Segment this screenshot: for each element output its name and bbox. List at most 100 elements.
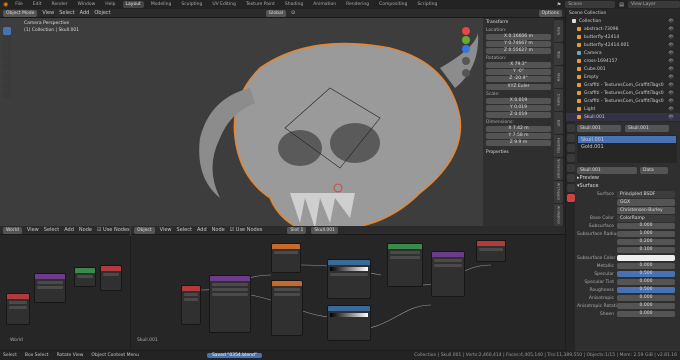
- sidebar-tab-animation[interactable]: Animation: [554, 204, 563, 226]
- outliner-row[interactable]: butterfly-42414 👁: [566, 33, 680, 41]
- tool-props-icon[interactable]: [566, 124, 575, 132]
- shader-type-world-dropdown[interactable]: World: [3, 226, 22, 234]
- outliner-row[interactable]: Light 👁: [566, 105, 680, 113]
- workspace-tab-shading[interactable]: Shading: [282, 1, 306, 8]
- menu-select[interactable]: Select: [59, 10, 74, 16]
- outliner-row[interactable]: Graffiti - TexturesCom_GraffitiTags0 👁: [566, 89, 680, 97]
- view-layer-selector[interactable]: View Layer: [628, 1, 680, 8]
- workspace-tab-rendering[interactable]: Rendering: [343, 1, 372, 8]
- object-props-icon[interactable]: [566, 174, 575, 182]
- use-nodes-checkbox[interactable]: ☑ Use Nodes: [230, 227, 263, 233]
- outliner-row[interactable]: Camera 👁: [566, 49, 680, 57]
- node-material-output[interactable]: [476, 240, 506, 262]
- rotate-tool-icon[interactable]: [3, 54, 11, 62]
- sidebar-tab-item[interactable]: Item: [554, 20, 563, 42]
- menu-select[interactable]: Select: [44, 227, 59, 233]
- sidebar-tab-tool[interactable]: Tool: [554, 43, 563, 65]
- dimension-y-field[interactable]: Y 7.58 m: [486, 133, 551, 139]
- outliner-row[interactable]: abstract-73096 👁: [566, 25, 680, 33]
- modifier-props-icon[interactable]: [566, 184, 575, 192]
- dimension-x-field[interactable]: X 7.42 m: [486, 126, 551, 132]
- outliner-row[interactable]: Graffiti - TexturesCom_GraffitiTags0 👁: [566, 81, 680, 89]
- menu-view[interactable]: View: [42, 10, 54, 16]
- sidebar-tab-screencast[interactable]: Screencast: [554, 158, 563, 180]
- material-selector[interactable]: Skull.001: [311, 226, 339, 234]
- menu-object[interactable]: Object: [94, 10, 110, 16]
- object-selector[interactable]: Skull.001: [577, 124, 621, 132]
- sidebar-tab-archipack[interactable]: Archipack: [554, 181, 563, 203]
- use-nodes-checkbox[interactable]: ☑ Use Nodes: [97, 227, 130, 233]
- gizmo-z-icon[interactable]: [462, 45, 470, 53]
- 3d-viewport[interactable]: Camera Perspective (1) Collection | Skul…: [0, 18, 483, 236]
- blender-logo-icon[interactable]: ◉: [3, 1, 8, 8]
- gizmo-y-icon[interactable]: [462, 36, 470, 44]
- node-background[interactable]: [74, 267, 96, 287]
- location-z-field[interactable]: Z 0.55627 m: [486, 48, 551, 54]
- workspace-tab-scripting[interactable]: Scripting: [414, 1, 440, 8]
- shader-type-object-dropdown[interactable]: Object: [134, 226, 155, 234]
- navigation-gizmo[interactable]: [455, 26, 477, 86]
- node-color-ramp-2[interactable]: [327, 305, 371, 341]
- outliner-row[interactable]: Cube.001 👁: [566, 65, 680, 73]
- surface-panel-header[interactable]: ▾ Surface: [577, 182, 677, 190]
- node-environment[interactable]: [6, 293, 30, 325]
- zoom-icon[interactable]: [462, 57, 470, 65]
- node-texture-coordinate[interactable]: [181, 285, 201, 325]
- scene-selector[interactable]: Scene: [565, 1, 616, 8]
- annotate-tool-icon[interactable]: [3, 81, 11, 89]
- output-props-icon[interactable]: [566, 144, 575, 152]
- material-slot-row[interactable]: Gold.001: [578, 143, 676, 150]
- object-node-editor[interactable]: Skull.001: [131, 235, 565, 350]
- material-slot-row[interactable]: Skull.001: [578, 136, 676, 143]
- material-props-icon[interactable]: [566, 194, 575, 202]
- workspace-tab-animation[interactable]: Animation: [310, 1, 339, 8]
- gizmo-x-icon[interactable]: [462, 27, 470, 35]
- menu-file[interactable]: File: [12, 1, 26, 8]
- workspace-tab-compositing[interactable]: Compositing: [376, 1, 410, 8]
- cursor-tool-icon[interactable]: [3, 36, 11, 44]
- pan-hand-icon[interactable]: [462, 69, 470, 77]
- link-data-dropdown[interactable]: Data: [640, 166, 668, 174]
- scene-collection-row[interactable]: Scene Collection: [566, 9, 680, 17]
- outliner-row[interactable]: butterfly-42414.001 👁: [566, 41, 680, 49]
- node-mix-shader[interactable]: [387, 243, 423, 287]
- outliner-row[interactable]: Collection 👁: [566, 17, 680, 25]
- sidebar-tab-create[interactable]: Create: [554, 89, 563, 111]
- transform-tool-icon[interactable]: [3, 72, 11, 80]
- outliner-row[interactable]: Empty 👁: [566, 73, 680, 81]
- options-dropdown[interactable]: Options: [538, 9, 562, 17]
- menu-select[interactable]: Select: [177, 227, 192, 233]
- outliner-row[interactable]: cross-1694157 👁: [566, 57, 680, 65]
- workspace-tab-layout[interactable]: Layout: [122, 1, 144, 8]
- sidebar-tab-hardops[interactable]: HardOps: [554, 135, 563, 157]
- slot-dropdown[interactable]: Slot 1: [287, 226, 307, 234]
- location-y-field[interactable]: Y 0.74667 m: [486, 41, 551, 47]
- world-node-editor[interactable]: World: [0, 235, 130, 350]
- subsurface-color-swatch[interactable]: [617, 255, 675, 261]
- transform-orientation-dropdown[interactable]: Global: [265, 9, 287, 17]
- workspace-tab-modeling[interactable]: Modeling: [148, 1, 174, 8]
- preview-panel-header[interactable]: ▸ Preview: [577, 174, 677, 182]
- workspace-tab-uv-editing[interactable]: UV Editing: [209, 1, 238, 8]
- scale-z-field[interactable]: Z 0.019: [486, 112, 551, 118]
- workspace-tab-texture-paint[interactable]: Texture Paint: [243, 1, 278, 8]
- select-tool-icon[interactable]: [3, 27, 11, 35]
- sidebar-tab-edit[interactable]: Edit: [554, 112, 563, 134]
- outliner-row-selected[interactable]: Skull.001 👁: [566, 113, 680, 121]
- menu-add[interactable]: Add: [197, 227, 207, 233]
- properties-header[interactable]: Properties: [486, 150, 551, 155]
- location-x-field[interactable]: X 0.16606 m: [486, 34, 551, 40]
- snap-icon[interactable]: ⊙: [291, 10, 295, 16]
- scale-tool-icon[interactable]: [3, 63, 11, 71]
- scene-props-icon[interactable]: [566, 154, 575, 162]
- rotation-x-field[interactable]: X 79.3°: [486, 62, 551, 68]
- node-image-texture[interactable]: [271, 243, 301, 273]
- render-props-icon[interactable]: [566, 134, 575, 142]
- world-props-icon[interactable]: [566, 164, 575, 172]
- menu-add[interactable]: Add: [80, 10, 90, 16]
- outliner-row[interactable]: Graffiti - TexturesCom_GraffitiTags0 👁: [566, 97, 680, 105]
- menu-node[interactable]: Node: [79, 227, 92, 233]
- measure-tool-icon[interactable]: [3, 90, 11, 98]
- node-color-ramp[interactable]: [327, 259, 371, 299]
- rotation-y-field[interactable]: Y -0°: [486, 69, 551, 75]
